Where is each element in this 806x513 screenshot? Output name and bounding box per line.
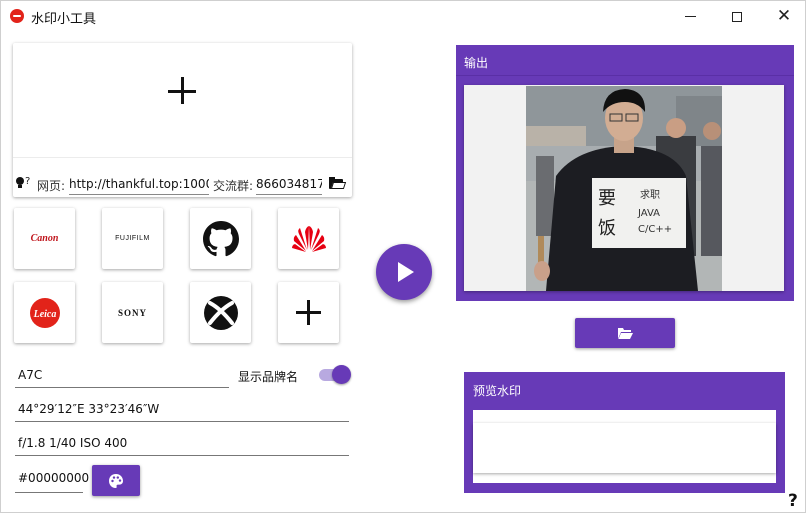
palette-button[interactable]	[92, 465, 140, 496]
photo-scene: 要 饭 求职 JAVA C/C++	[526, 86, 722, 291]
output-title: 输出	[464, 56, 489, 70]
svg-text:要: 要	[598, 188, 616, 209]
xbox-icon	[203, 295, 238, 330]
watermark-preview	[473, 423, 776, 473]
play-icon	[398, 262, 414, 282]
folder-open-icon[interactable]	[329, 177, 347, 190]
output-photo: 要 饭 求职 JAVA C/C++	[526, 86, 722, 291]
brand-github-button[interactable]	[190, 208, 251, 269]
brand-fujifilm-button[interactable]: FUJIFILM	[102, 208, 163, 269]
fujifilm-logo: FUJIFILM	[115, 235, 150, 242]
preview-frame	[473, 410, 776, 483]
minimize-button[interactable]	[667, 1, 713, 32]
site-label: 网页:	[37, 179, 66, 193]
location-input[interactable]: 44°29′12″E 33°23′46″W	[15, 402, 349, 422]
close-button[interactable]: ✕	[761, 1, 806, 32]
maximize-button[interactable]	[714, 1, 760, 32]
maximize-icon	[732, 11, 742, 22]
canon-logo: Canon	[30, 233, 59, 244]
github-icon	[202, 220, 239, 256]
help-button[interactable]: ?	[788, 491, 798, 511]
svg-text:C/C++: C/C++	[638, 224, 672, 235]
model-input[interactable]: A7C	[15, 368, 229, 388]
add-brand-button[interactable]	[278, 282, 339, 343]
output-panel: 输出 要 饭 求职 JAVA C/C++	[456, 45, 794, 301]
window-title: 水印小工具	[31, 12, 97, 27]
title-bar: 水印小工具 ✕	[1, 1, 806, 32]
app-logo-icon	[10, 9, 24, 23]
close-icon: ✕	[776, 6, 792, 26]
palette-icon	[109, 473, 123, 488]
group-id-field[interactable]: 866034817	[256, 177, 322, 195]
huawei-icon	[291, 225, 326, 252]
svg-text:求职: 求职	[640, 189, 660, 201]
bulb-icon: ?	[16, 176, 34, 190]
show-brand-toggle[interactable]	[319, 365, 351, 385]
brand-leica-button[interactable]: Leica	[14, 282, 75, 343]
svg-text:JAVA: JAVA	[637, 208, 660, 219]
preview-watermark-panel: 预览水印	[464, 372, 785, 493]
output-image-frame: 要 饭 求职 JAVA C/C++	[464, 85, 784, 291]
group-label: 交流群:	[213, 179, 254, 193]
open-output-folder-button[interactable]	[575, 318, 675, 348]
run-button[interactable]	[376, 244, 432, 300]
preview-title: 预览水印	[473, 384, 522, 398]
exposure-input[interactable]: f/1.8 1/40 ISO 400	[15, 436, 349, 456]
color-input[interactable]: #00000000	[15, 471, 89, 493]
minimize-icon	[684, 16, 696, 17]
brand-xbox-button[interactable]	[190, 282, 251, 343]
leica-logo: Leica	[29, 297, 60, 328]
site-url-field[interactable]: http://thankful.top:1000	[69, 177, 209, 195]
svg-text:饭: 饭	[598, 218, 616, 239]
sony-logo: SONY	[117, 307, 147, 318]
brand-canon-button[interactable]: Canon	[14, 208, 75, 269]
panel-divider	[456, 75, 794, 76]
app-window: 水印小工具 ✕ ? 网页: http://thankful.top:1000 交…	[0, 0, 806, 513]
toggle-knob	[332, 365, 351, 384]
info-row: ? 网页: http://thankful.top:1000 交流群: 8660…	[13, 157, 352, 197]
brand-huawei-button[interactable]	[278, 208, 339, 269]
plus-icon	[294, 298, 324, 328]
image-upload-card[interactable]: ? 网页: http://thankful.top:1000 交流群: 8660…	[13, 43, 352, 197]
folder-open-icon	[618, 327, 633, 339]
show-brand-label: 显示品牌名	[238, 370, 299, 384]
plus-icon[interactable]	[163, 71, 203, 111]
brand-sony-button[interactable]: SONY	[102, 282, 163, 343]
svg-text:Leica: Leica	[32, 309, 56, 320]
